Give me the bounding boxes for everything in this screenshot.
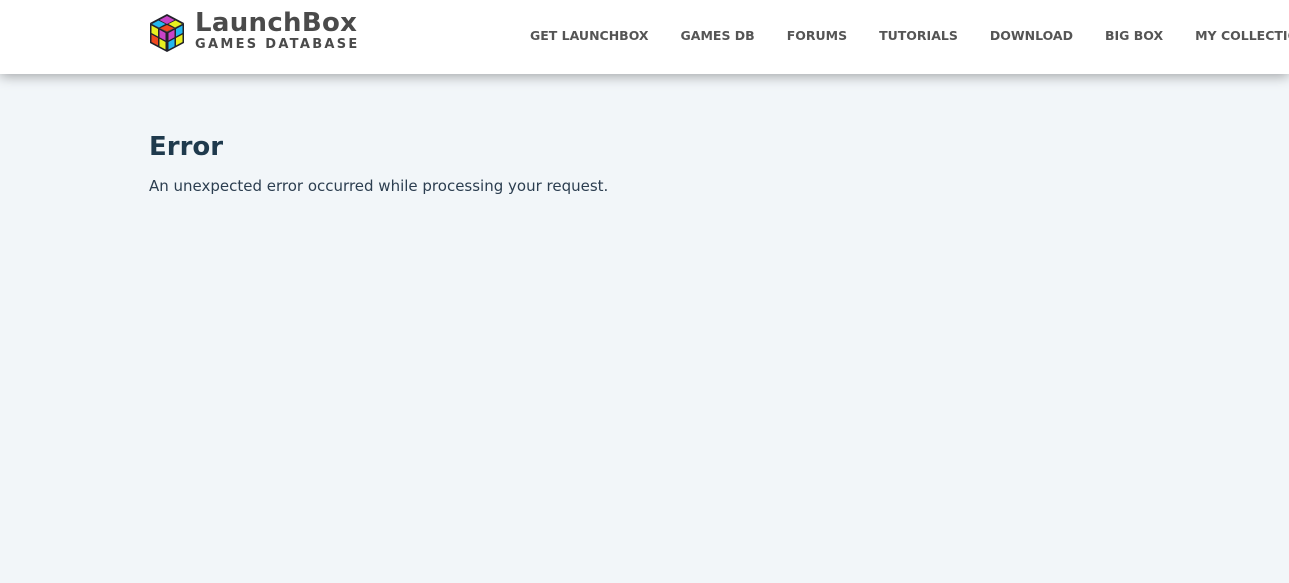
- nav-download[interactable]: DOWNLOAD: [990, 28, 1073, 44]
- rubiks-cube-icon: [150, 14, 184, 52]
- main-nav: GET LAUNCHBOX GAMES DB FORUMS TUTORIALS …: [530, 28, 1289, 44]
- nav-get-launchbox[interactable]: GET LAUNCHBOX: [530, 28, 649, 44]
- nav-forums[interactable]: FORUMS: [787, 28, 847, 44]
- site-header: LaunchBox GAMES DATABASE GET LAUNCHBOX G…: [0, 0, 1289, 74]
- logo-title: LaunchBox: [195, 8, 358, 38]
- page-title: Error: [149, 132, 224, 162]
- nav-games-db[interactable]: GAMES DB: [681, 28, 755, 44]
- logo-link[interactable]: LaunchBox GAMES DATABASE: [148, 8, 360, 54]
- logo-subtitle: GAMES DATABASE: [195, 37, 360, 52]
- error-message: An unexpected error occurred while proce…: [149, 177, 609, 195]
- nav-big-box[interactable]: BIG BOX: [1105, 28, 1163, 44]
- nav-tutorials[interactable]: TUTORIALS: [879, 28, 958, 44]
- nav-my-collection[interactable]: MY COLLECTION: [1195, 28, 1289, 44]
- main-content: Error An unexpected error occurred while…: [149, 130, 608, 196]
